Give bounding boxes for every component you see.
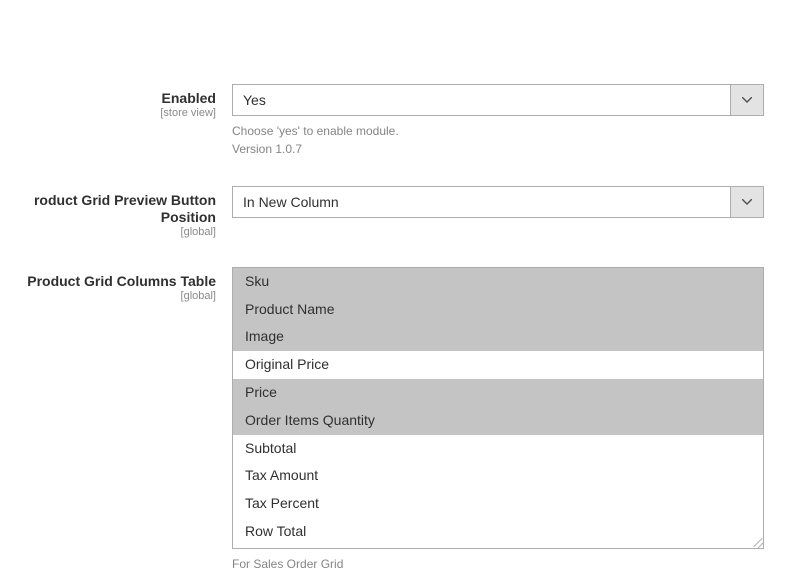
field-label-col: Product Grid Columns Table [global] xyxy=(0,267,232,303)
field-row-button-position: roduct Grid Preview Button Position [glo… xyxy=(0,186,800,239)
field-control-col: Yes Choose 'yes' to enable module. Versi… xyxy=(232,84,764,158)
multiselect-option[interactable]: Image xyxy=(233,323,763,351)
field-label-col: Enabled [store view] xyxy=(0,84,232,120)
field-row-columns-table: Product Grid Columns Table [global] SkuP… xyxy=(0,267,800,573)
multiselect-option[interactable]: Order Items Quantity xyxy=(233,407,763,435)
field-scope: [global] xyxy=(0,290,216,303)
button-position-select[interactable]: In New Column xyxy=(232,186,764,218)
hint-line: Choose 'yes' to enable module. xyxy=(232,124,399,138)
field-label: roduct Grid Preview Button Position xyxy=(0,192,216,226)
multiselect-option[interactable]: Subtotal xyxy=(233,435,763,463)
field-scope: [store view] xyxy=(0,107,216,120)
config-form: Enabled [store view] Yes Choose 'yes' to… xyxy=(0,0,800,573)
multiselect-option[interactable]: Original Price xyxy=(233,351,763,379)
field-hint: Choose 'yes' to enable module. Version 1… xyxy=(232,122,764,158)
enabled-select[interactable]: Yes xyxy=(232,84,764,116)
multiselect-option[interactable]: Tax Amount xyxy=(233,462,763,490)
chevron-down-icon xyxy=(730,85,763,115)
field-label: Product Grid Columns Table xyxy=(0,273,216,290)
multiselect-option[interactable]: Sku xyxy=(233,268,763,296)
multiselect-option[interactable]: Tax Percent xyxy=(233,490,763,518)
columns-multiselect[interactable]: SkuProduct NameImageOriginal PricePriceO… xyxy=(232,267,764,549)
field-scope: [global] xyxy=(0,226,216,239)
hint-line: Version 1.0.7 xyxy=(232,142,302,156)
select-value: In New Column xyxy=(233,187,730,217)
field-label-col: roduct Grid Preview Button Position [glo… xyxy=(0,186,232,239)
field-control-col: SkuProduct NameImageOriginal PricePriceO… xyxy=(232,267,764,573)
field-label: Enabled xyxy=(0,90,216,107)
field-hint: For Sales Order Grid xyxy=(232,555,764,573)
multiselect-option[interactable]: Row Total xyxy=(233,518,763,546)
multiselect-option[interactable]: Product Name xyxy=(233,296,763,324)
multiselect-option[interactable]: Price xyxy=(233,379,763,407)
field-row-enabled: Enabled [store view] Yes Choose 'yes' to… xyxy=(0,84,800,158)
chevron-down-icon xyxy=(730,187,763,217)
select-value: Yes xyxy=(233,85,730,115)
field-control-col: In New Column xyxy=(232,186,764,218)
